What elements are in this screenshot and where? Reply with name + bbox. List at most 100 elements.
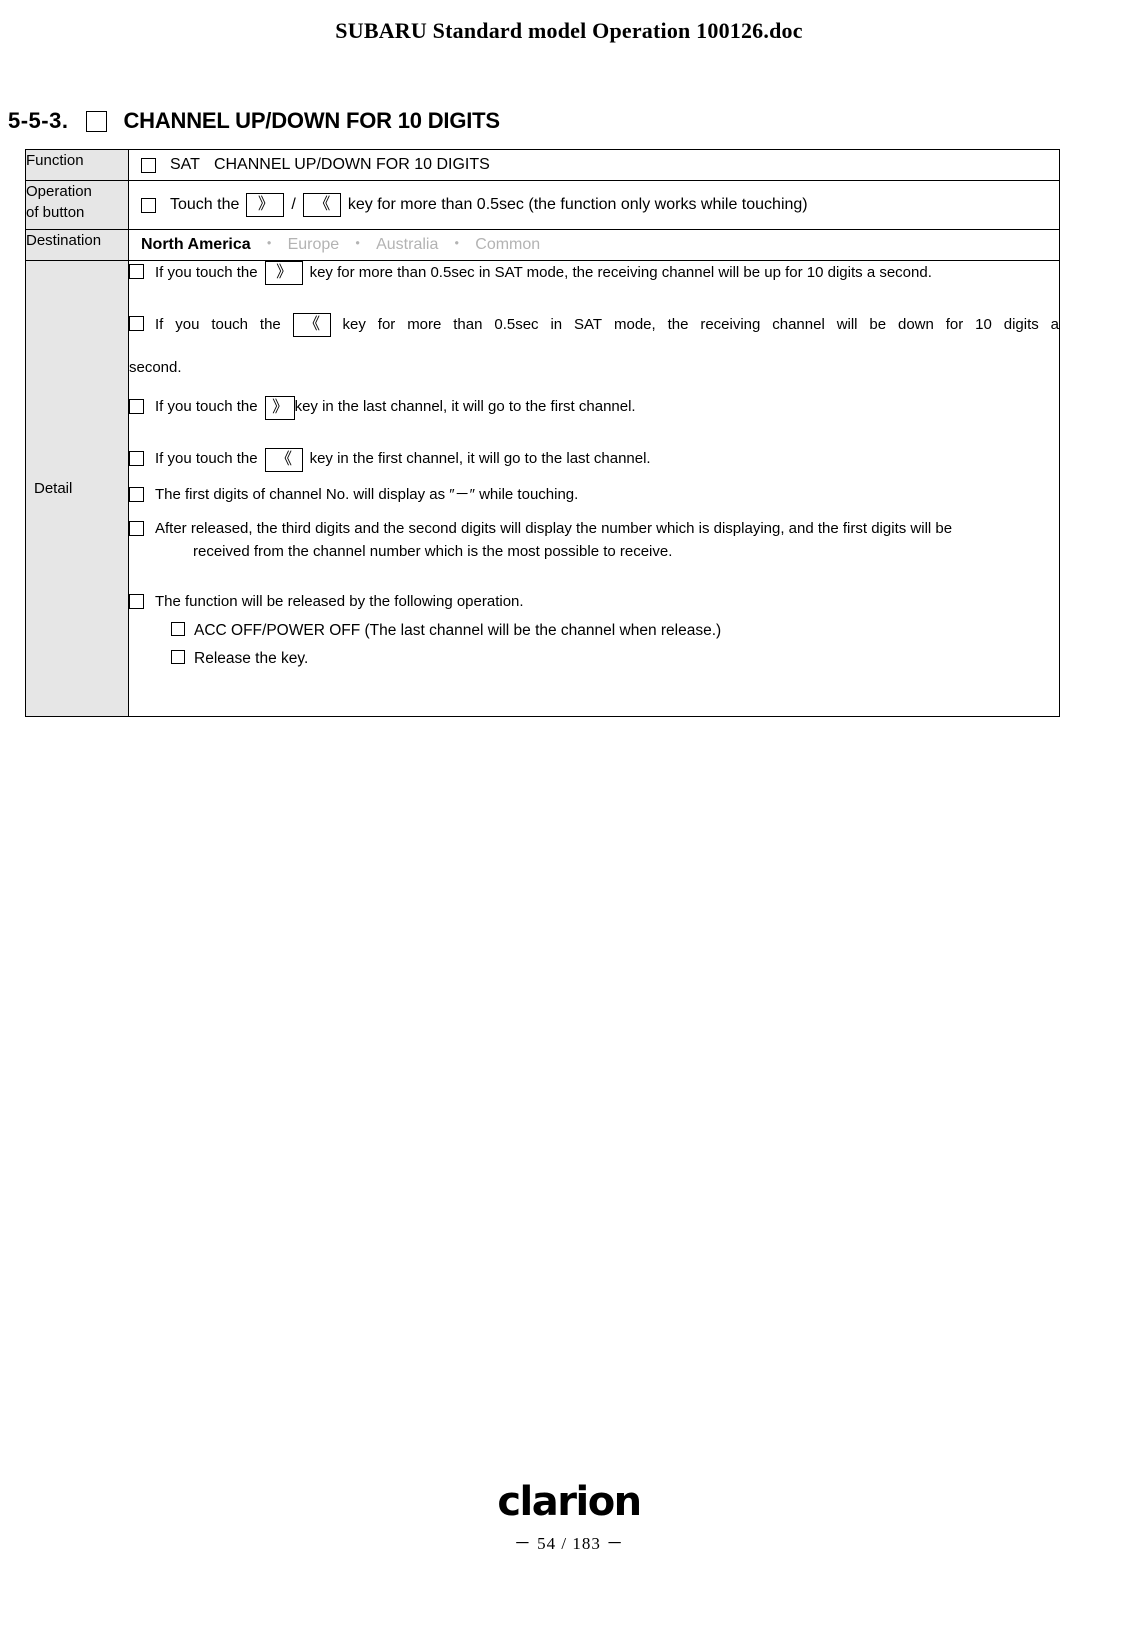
checkbox-empty-icon[interactable]: [129, 594, 144, 609]
key-channel-down-icon[interactable]: 《: [302, 193, 341, 217]
table-row-destination: Destination North America ・ Europe ・ Aus…: [25, 229, 1060, 261]
row-value-operation: Touch the 》 / 《 key for more than 0.5sec…: [128, 180, 1060, 230]
document-title: SUBARU Standard model Operation 100126.d…: [335, 18, 803, 43]
detail-word: SAT: [574, 315, 603, 333]
detail-item-2-continuation: second.: [129, 359, 182, 376]
key-channel-up-icon[interactable]: 》: [264, 261, 303, 285]
page-number: － 54 / 183 －: [513, 1534, 625, 1553]
checkbox-empty-icon[interactable]: [129, 521, 144, 536]
detail-word: be: [869, 315, 887, 333]
detail-word: for: [377, 315, 396, 333]
detail-item-6: After released, the third digits and the…: [129, 518, 1059, 563]
detail-word: key: [342, 315, 366, 333]
section-number: 5-5-3.: [8, 108, 69, 133]
detail-word: the: [259, 315, 281, 333]
destination-item-australia[interactable]: Australia: [376, 236, 438, 253]
row-label-operation-line1: Operation: [26, 183, 92, 200]
detail-item-7-sub-2-label: Release the key.: [194, 649, 309, 667]
detail-item-1-line: If you touch the 》 key for more than 0.5…: [155, 261, 1059, 285]
detail-item-7-sub-1: ACC OFF/POWER OFF (The last channel will…: [129, 619, 1059, 642]
operation-separator: /: [291, 196, 296, 213]
operation-line: Touch the 》 / 《 key for more than 0.5sec…: [129, 181, 1059, 229]
function-line: SAT CHANNEL UP/DOWN FOR 10 DIGITS: [129, 150, 1059, 180]
table-row-operation: Operation of button Touch the 》 / 《 key …: [25, 180, 1060, 230]
detail-word: for: [945, 315, 964, 333]
detail-item-6-line2: received from the channel number which i…: [193, 542, 673, 560]
detail-word: receiving: [700, 315, 761, 333]
row-label-operation-line2: of button: [26, 204, 85, 221]
clarion-logo: clarion: [497, 1479, 642, 1525]
detail-item-6-line1: After released, the third digits and the…: [155, 520, 953, 537]
page-footer: clarion － 54 / 183 －: [0, 1480, 1138, 1554]
detail-item-2-line: If you touch the 《 key for more than 0.5…: [155, 313, 1059, 337]
checkbox-empty-icon[interactable]: [129, 316, 144, 331]
detail-item-1-body: If you touch the 》 key for more than 0.5…: [155, 261, 1059, 285]
row-label-destination: Destination: [25, 229, 129, 261]
detail-item-2-body: If you touch the 《 key for more than 0.5…: [155, 313, 1059, 337]
checkbox-empty-icon[interactable]: [129, 398, 144, 414]
detail-item-4-text-after: key in the first channel, it will go to …: [309, 450, 651, 468]
detail-word: in: [550, 315, 563, 333]
table-row-detail: Detail If you touch the 》 key for more t…: [25, 260, 1060, 717]
key-channel-up-icon[interactable]: 》: [264, 395, 295, 420]
detail-word: mode,: [613, 315, 656, 333]
detail-word: more: [407, 315, 442, 333]
destination-item-europe[interactable]: Europe: [288, 236, 340, 253]
detail-item-7-sub-1-label: ACC OFF/POWER OFF (The last channel will…: [194, 621, 722, 639]
detail-item-5-body: The first digits of channel No. will dis…: [155, 485, 579, 503]
detail-item-1: If you touch the 》 key for more than 0.5…: [129, 261, 1059, 285]
detail-word: 0.5sec: [494, 315, 539, 333]
destination-separator: ・: [349, 236, 366, 253]
detail-item-5: The first digits of channel No. will dis…: [129, 484, 1059, 507]
destination-item-north-america[interactable]: North America: [141, 236, 251, 253]
detail-item-3: If you touch the 》 key in the last chann…: [129, 395, 1059, 420]
detail-item-3-text-after: key in the last channel, it will go to t…: [294, 398, 636, 416]
row-label-function: Function: [25, 149, 129, 181]
detail-item-3-text-before: If you touch the: [155, 398, 258, 416]
section-heading: 5-5-3. CHANNEL UP/DOWN FOR 10 DIGITS: [8, 108, 500, 134]
detail-word: channel: [772, 315, 825, 333]
row-value-detail: If you touch the 》 key for more than 0.5…: [128, 260, 1060, 717]
checkbox-empty-icon[interactable]: [141, 197, 156, 213]
detail-item-7-body: The function will be released by the fol…: [155, 593, 524, 610]
checkbox-empty-icon[interactable]: [141, 157, 156, 173]
detail-item-3-body: If you touch the 》 key in the last chann…: [155, 395, 1059, 420]
detail-item-4: If you touch the 《 key in the first chan…: [129, 447, 1059, 472]
detail-word: digits: [1003, 315, 1039, 333]
detail-word: than: [453, 315, 483, 333]
checkbox-empty-icon[interactable]: [129, 486, 144, 502]
checkbox-empty-icon[interactable]: [129, 264, 144, 279]
key-channel-up-icon[interactable]: 》: [246, 193, 285, 217]
detail-item-4-line: If you touch the 《 key in the first chan…: [155, 447, 1059, 472]
detail-item-1-text-before: If you touch the: [155, 263, 258, 281]
key-channel-down-icon[interactable]: 《: [264, 447, 303, 472]
detail-word: you: [175, 315, 200, 333]
row-label-operation: Operation of button: [25, 180, 129, 230]
checkbox-empty-icon[interactable]: [171, 621, 185, 636]
checkbox-empty-icon[interactable]: [86, 110, 108, 132]
row-value-destination: North America ・ Europe ・ Australia ・ Com…: [128, 229, 1060, 261]
detail-word: touch: [211, 315, 249, 333]
detail-item-4-text-before: If you touch the: [155, 450, 258, 468]
table-row-function: Function SAT CHANNEL UP/DOWN FOR 10 DIGI…: [25, 149, 1060, 181]
destination-separator: ・: [261, 236, 278, 253]
function-text: CHANNEL UP/DOWN FOR 10 DIGITS: [213, 156, 490, 173]
document-page: SUBARU Standard model Operation 100126.d…: [0, 0, 1138, 1652]
detail-item-7: The function will be released by the fol…: [129, 591, 1059, 614]
checkbox-empty-icon[interactable]: [171, 649, 185, 664]
detail-item-7-sub-2: Release the key.: [129, 647, 1059, 670]
detail-word: the: [667, 315, 689, 333]
checkbox-empty-icon[interactable]: [129, 450, 144, 466]
detail-word: down: [898, 315, 934, 333]
row-value-function: SAT CHANNEL UP/DOWN FOR 10 DIGITS: [128, 149, 1060, 181]
detail-word: a: [1050, 315, 1059, 333]
row-label-detail: Detail: [25, 260, 129, 717]
spec-table: Function SAT CHANNEL UP/DOWN FOR 10 DIGI…: [25, 149, 1060, 717]
section-title: CHANNEL UP/DOWN FOR 10 DIGITS: [123, 108, 500, 133]
destination-item-common[interactable]: Common: [475, 236, 540, 253]
key-channel-down-icon[interactable]: 《: [292, 313, 331, 337]
destination-list: North America ・ Europe ・ Australia ・ Com…: [129, 230, 1059, 260]
operation-text-after: key for more than 0.5sec (the function o…: [347, 196, 808, 213]
detail-item-3-line: If you touch the 》 key in the last chann…: [155, 395, 1059, 420]
detail-item-6-body: After released, the third digits and the…: [155, 518, 1059, 563]
